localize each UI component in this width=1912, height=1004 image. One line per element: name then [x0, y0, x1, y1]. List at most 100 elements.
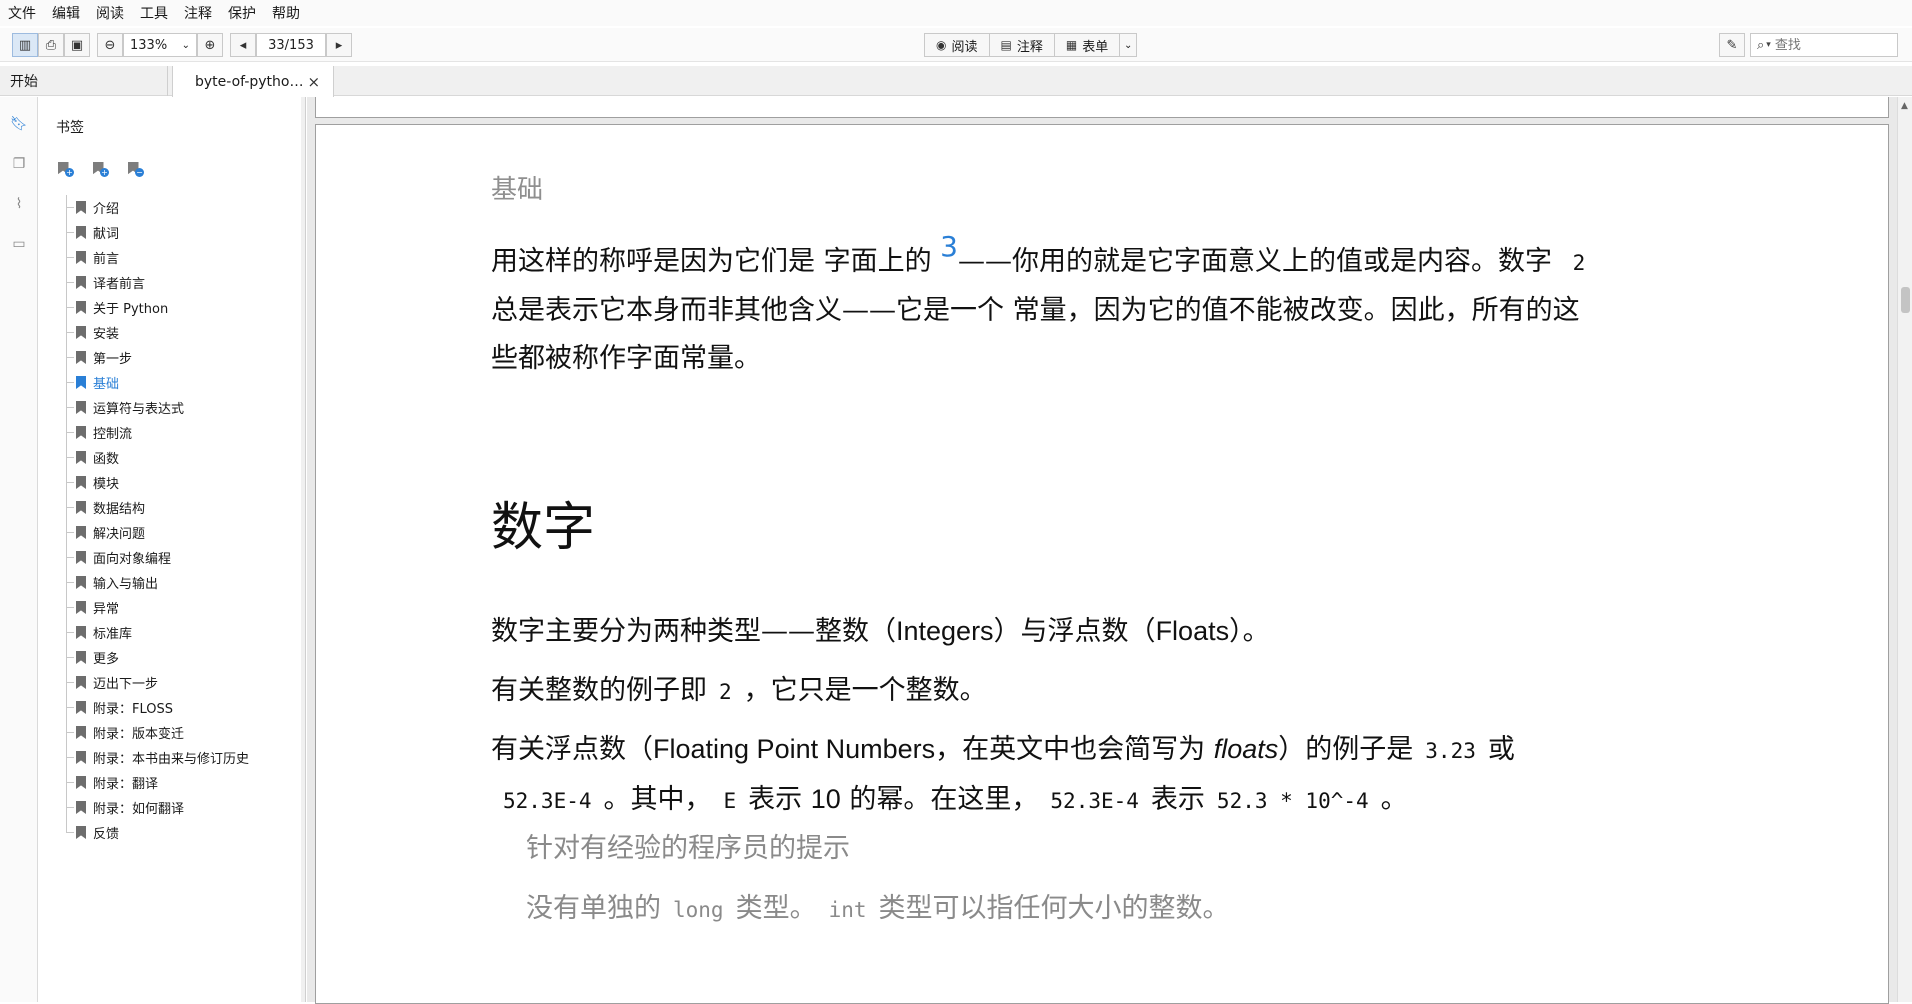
panel-scrollbar[interactable] [301, 97, 305, 1002]
bookmark-item[interactable]: 异常 [62, 595, 302, 620]
bookmark-icon [76, 626, 86, 639]
print-icon[interactable]: ⎙ [38, 33, 64, 57]
bookmark-item[interactable]: 前言 [62, 245, 302, 270]
tree-connector [66, 657, 74, 658]
tab-document[interactable]: byte-of-pytho… × [172, 66, 334, 97]
bookmark-item[interactable]: 数据结构 [62, 495, 302, 520]
bookmark-item[interactable]: 附录：如何翻译 [62, 795, 302, 820]
menu-item[interactable]: 阅读 [96, 3, 124, 23]
pdf-reader-app: 文件 编辑 阅读 工具 注释 保护 帮助 ▥ ⎙ ▣ ⊖ 133% ⌄ ⊕ ◂ 33/153… [0, 0, 1912, 1004]
bookmark-icon [76, 801, 86, 814]
close-icon[interactable]: × [307, 73, 320, 91]
tree-connector [66, 482, 74, 483]
bookmark-item[interactable]: 关于 Python [62, 295, 302, 320]
menu-item[interactable]: 文件 [8, 3, 36, 23]
bookmark-icon [76, 251, 86, 264]
bookmark-item[interactable]: 介绍 [62, 195, 302, 220]
tree-connector [66, 832, 74, 833]
mode-form-button[interactable]: ▦ 表单 [1055, 34, 1121, 56]
menu-item[interactable]: 帮助 [272, 3, 300, 23]
sidebar-toggle-icon[interactable]: ▥ [12, 33, 38, 57]
text-span: Floats [1155, 616, 1230, 646]
bookmark-label: 模块 [93, 477, 120, 492]
menu-item[interactable]: 工具 [140, 3, 168, 23]
bookmark-item[interactable]: 模块 [62, 470, 302, 495]
text-span: 表示 [1150, 784, 1205, 815]
search-box[interactable]: ⌕ ▾ [1750, 33, 1898, 57]
bookmark-item[interactable]: 基础 [62, 370, 302, 395]
inline-code: 2 [719, 680, 732, 704]
bookmark-item[interactable]: 反馈 [62, 820, 302, 845]
thumbnails-icon[interactable]: ❐ [10, 155, 28, 173]
bookmark-item[interactable]: 附录：翻译 [62, 770, 302, 795]
bookmark-label: 安装 [93, 327, 120, 342]
comments-icon[interactable]: ▭ [10, 235, 28, 253]
bookmark-item[interactable]: 第一步 [62, 345, 302, 370]
collapse-bookmarks-icon[interactable]: − [124, 159, 144, 177]
bookmark-item[interactable]: 附录：FLOSS [62, 695, 302, 720]
inline-code: long [673, 898, 724, 922]
zoom-value: 133% [130, 37, 168, 53]
highlight-pen-icon[interactable]: ✎ [1719, 33, 1745, 57]
bookmark-item[interactable]: 附录：版本变迁 [62, 720, 302, 745]
mode-dropdown-chevron-icon[interactable]: ⌄ [1120, 34, 1136, 56]
bookmark-item[interactable]: 迈出下一步 [62, 670, 302, 695]
chevron-down-icon: ⌄ [181, 39, 190, 51]
bookmark-panel: 书签 + + − 介绍 献词 前言 译者前言 关于 Python 安装 第一步 基础 运算符与表… [38, 97, 306, 1002]
mode-read-button[interactable]: ◉ 阅读 [925, 34, 990, 56]
inline-code: 52.3 * 10^-4 [1216, 789, 1369, 813]
tab-start[interactable]: 开始 [0, 66, 168, 96]
bookmark-item[interactable]: 解决问题 [62, 520, 302, 545]
bookmark-item[interactable]: 标准库 [62, 620, 302, 645]
bookmark-icon [76, 476, 86, 489]
search-input[interactable] [1774, 37, 1875, 53]
scroll-up-icon[interactable]: ▲ [1901, 101, 1908, 111]
zoom-select[interactable]: 133% ⌄ [123, 33, 197, 57]
bookmark-panel-icon[interactable]: 🔖︎ [10, 115, 28, 133]
add-bookmark-icon[interactable]: + [54, 159, 74, 177]
bookmark-item[interactable]: 安装 [62, 320, 302, 345]
page-number-input[interactable]: 33/153 [256, 33, 326, 57]
bookmark-item[interactable]: 输入与输出 [62, 570, 302, 595]
bookmark-item[interactable]: 控制流 [62, 420, 302, 445]
tab-bar: 开始 byte-of-pytho… × [0, 66, 1912, 97]
menu-item[interactable]: 编辑 [52, 3, 80, 23]
expand-bookmarks-icon[interactable]: + [89, 159, 109, 177]
bookmark-tree: 介绍 献词 前言 译者前言 关于 Python 安装第一步 基础 运算符与表达式 控制流 函数模块… [62, 195, 302, 845]
mode-annotate-button[interactable]: ▤ 注释 [990, 34, 1055, 56]
document-scrollbar[interactable]: ▲ [1897, 97, 1912, 1002]
menu-item[interactable]: 保护 [228, 3, 256, 23]
bookmark-label: 附录：本书由来与修订历史 [93, 752, 250, 767]
scrollbar-thumb[interactable] [1901, 287, 1910, 313]
text-span: 类型。 [735, 893, 817, 924]
save-icon[interactable]: ▣ [64, 33, 90, 57]
text-span: floats [1213, 734, 1279, 764]
bookmark-label: 输入与输出 [93, 577, 159, 592]
bookmark-item[interactable]: 运算符与表达式 [62, 395, 302, 420]
comment-icon: ▤ [1000, 38, 1012, 52]
bookmark-item[interactable]: 附录：本书由来与修订历史 [62, 745, 302, 770]
next-page-icon[interactable]: ▸ [326, 33, 352, 57]
tree-connector [66, 232, 74, 233]
prev-page-icon[interactable]: ◂ [230, 33, 256, 57]
mode-read-label: 阅读 [951, 39, 978, 55]
previous-page-edge [315, 97, 1889, 118]
attachment-icon[interactable]: ⌇ [10, 195, 28, 213]
text-line: 些都被称作字面常量。 [491, 343, 761, 374]
bookmark-label: 更多 [93, 652, 120, 667]
zoom-in-icon[interactable]: ⊕ [197, 33, 223, 57]
menu-item[interactable]: 注释 [184, 3, 212, 23]
bookmark-icon [76, 276, 86, 289]
zoom-out-icon[interactable]: ⊖ [97, 33, 123, 57]
bookmark-item[interactable]: 译者前言 [62, 270, 302, 295]
text-span: 没有单独的 [526, 893, 661, 924]
bookmark-label: 附录：如何翻译 [93, 802, 185, 817]
text-span: 有关浮点数（ [491, 734, 653, 765]
bookmark-item[interactable]: 更多 [62, 645, 302, 670]
bookmark-item[interactable]: 面向对象编程 [62, 545, 302, 570]
bookmark-item[interactable]: 献词 [62, 220, 302, 245]
bookmark-tools: + + − [54, 159, 159, 177]
footnote-link[interactable]: 3 [940, 230, 958, 263]
bookmark-item[interactable]: 函数 [62, 445, 302, 470]
document-viewport: 基础 用这样的称呼是因为它们是 字面上的 3——你用的就是它字面意义上的值或是内… [307, 97, 1897, 1004]
